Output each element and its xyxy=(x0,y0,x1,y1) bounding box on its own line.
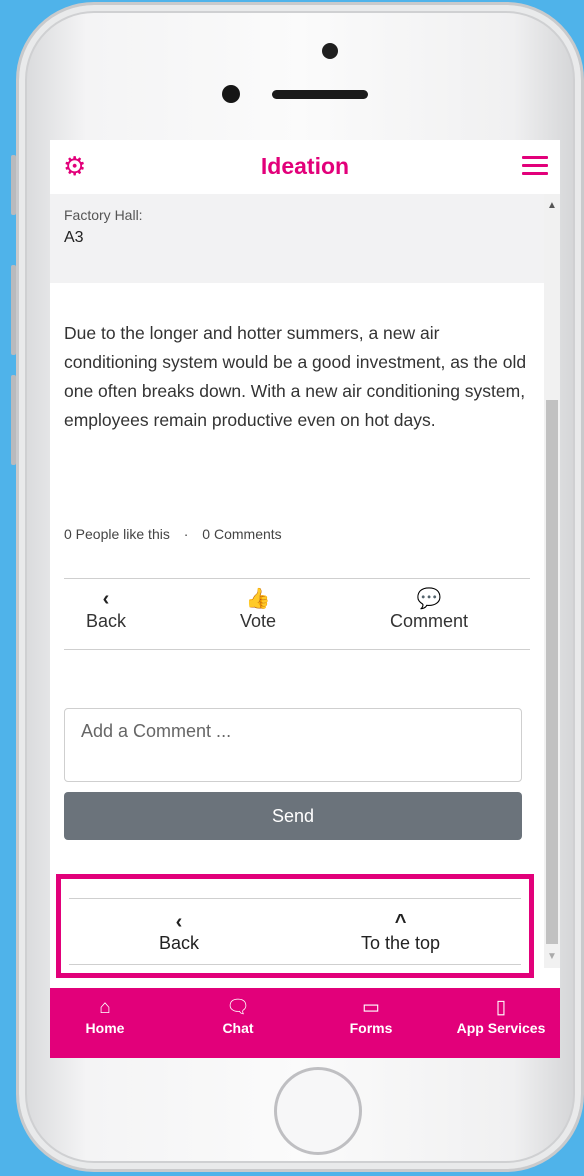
home-button[interactable] xyxy=(274,1067,362,1155)
thumbs-up-icon: 👍 xyxy=(245,588,271,610)
tab-app-services[interactable]: ▯ App Services xyxy=(446,996,556,1036)
page-title: Ideation xyxy=(260,153,350,179)
factory-hall-field: Factory Hall: A3 xyxy=(50,194,544,283)
scrollbar[interactable]: ▲ ▼ xyxy=(544,194,560,968)
tab-app-services-label: App Services xyxy=(456,1020,546,1036)
idea-stats: 0 People like this · 0 Comments xyxy=(50,526,544,578)
chevron-left-icon: ‹ xyxy=(102,588,110,610)
tab-forms-label: Forms xyxy=(349,1020,393,1036)
back-label: Back xyxy=(86,611,127,631)
chevron-up-icon: ^ xyxy=(394,911,407,933)
app-screen: ⚙ Ideation Factory Hall: A3 Due to the l… xyxy=(50,140,560,1058)
to-the-top-label: To the top xyxy=(361,933,441,953)
field-label: Factory Hall: xyxy=(64,207,143,223)
tab-forms[interactable]: ▭ Forms xyxy=(316,996,426,1036)
comment-button[interactable]: 💬 Comment xyxy=(390,587,468,632)
likes-count[interactable]: 0 People like this xyxy=(64,526,170,542)
comments-icon: 💬 xyxy=(416,588,442,610)
field-value: A3 xyxy=(64,229,84,246)
idea-description: Due to the longer and hotter summers, a … xyxy=(64,323,527,430)
tab-chat[interactable]: 🗨 Chat xyxy=(183,996,293,1036)
vote-button[interactable]: 👍 Vote xyxy=(240,587,276,632)
scroll-down-arrow-icon[interactable]: ▼ xyxy=(547,951,557,962)
idea-actions: ‹ Back 👍 Vote 💬 Comment xyxy=(64,578,530,650)
comment-input[interactable]: Add a Comment ... xyxy=(64,708,522,782)
tab-chat-label: Chat xyxy=(222,1020,254,1036)
idea-detail: Factory Hall: A3 Due to the longer and h… xyxy=(50,194,544,1058)
front-camera xyxy=(222,85,240,103)
bottom-navigation-highlight: ‹ Back ^ To the top xyxy=(56,874,534,978)
folder-icon: ▭ xyxy=(362,997,380,1018)
chevron-left-icon: ‹ xyxy=(175,911,183,933)
chat-icon: 🗨 xyxy=(225,997,251,1018)
bottom-navigation: ‹ Back ^ To the top xyxy=(69,898,521,965)
home-icon: ⌂ xyxy=(99,997,111,1018)
separator-dot: · xyxy=(183,526,189,542)
scrollbar-thumb[interactable] xyxy=(546,400,558,944)
bottom-back-label: Back xyxy=(159,933,200,953)
earpiece-speaker xyxy=(272,90,368,99)
mobile-device-icon: ▯ xyxy=(495,997,507,1018)
tab-home-label: Home xyxy=(85,1020,125,1036)
mute-switch xyxy=(11,155,16,215)
hamburger-menu-icon[interactable] xyxy=(522,156,548,176)
vote-label: Vote xyxy=(240,611,277,631)
tab-home[interactable]: ⌂ Home xyxy=(50,996,160,1036)
volume-up-button xyxy=(11,265,16,355)
comment-label: Comment xyxy=(390,611,469,631)
back-button[interactable]: ‹ Back xyxy=(86,587,126,632)
comments-count[interactable]: 0 Comments xyxy=(202,526,281,542)
bottom-back-button[interactable]: ‹ Back xyxy=(159,911,199,954)
scroll-up-arrow-icon[interactable]: ▲ xyxy=(547,200,557,211)
send-button[interactable]: Send xyxy=(64,792,522,840)
proximity-sensor xyxy=(322,43,338,59)
to-the-top-button[interactable]: ^ To the top xyxy=(361,911,440,954)
app-header: ⚙ Ideation xyxy=(50,140,560,194)
volume-down-button xyxy=(11,375,16,465)
tab-bar: ⌂ Home 🗨 Chat ▭ Forms ▯ App Services xyxy=(50,988,560,1058)
